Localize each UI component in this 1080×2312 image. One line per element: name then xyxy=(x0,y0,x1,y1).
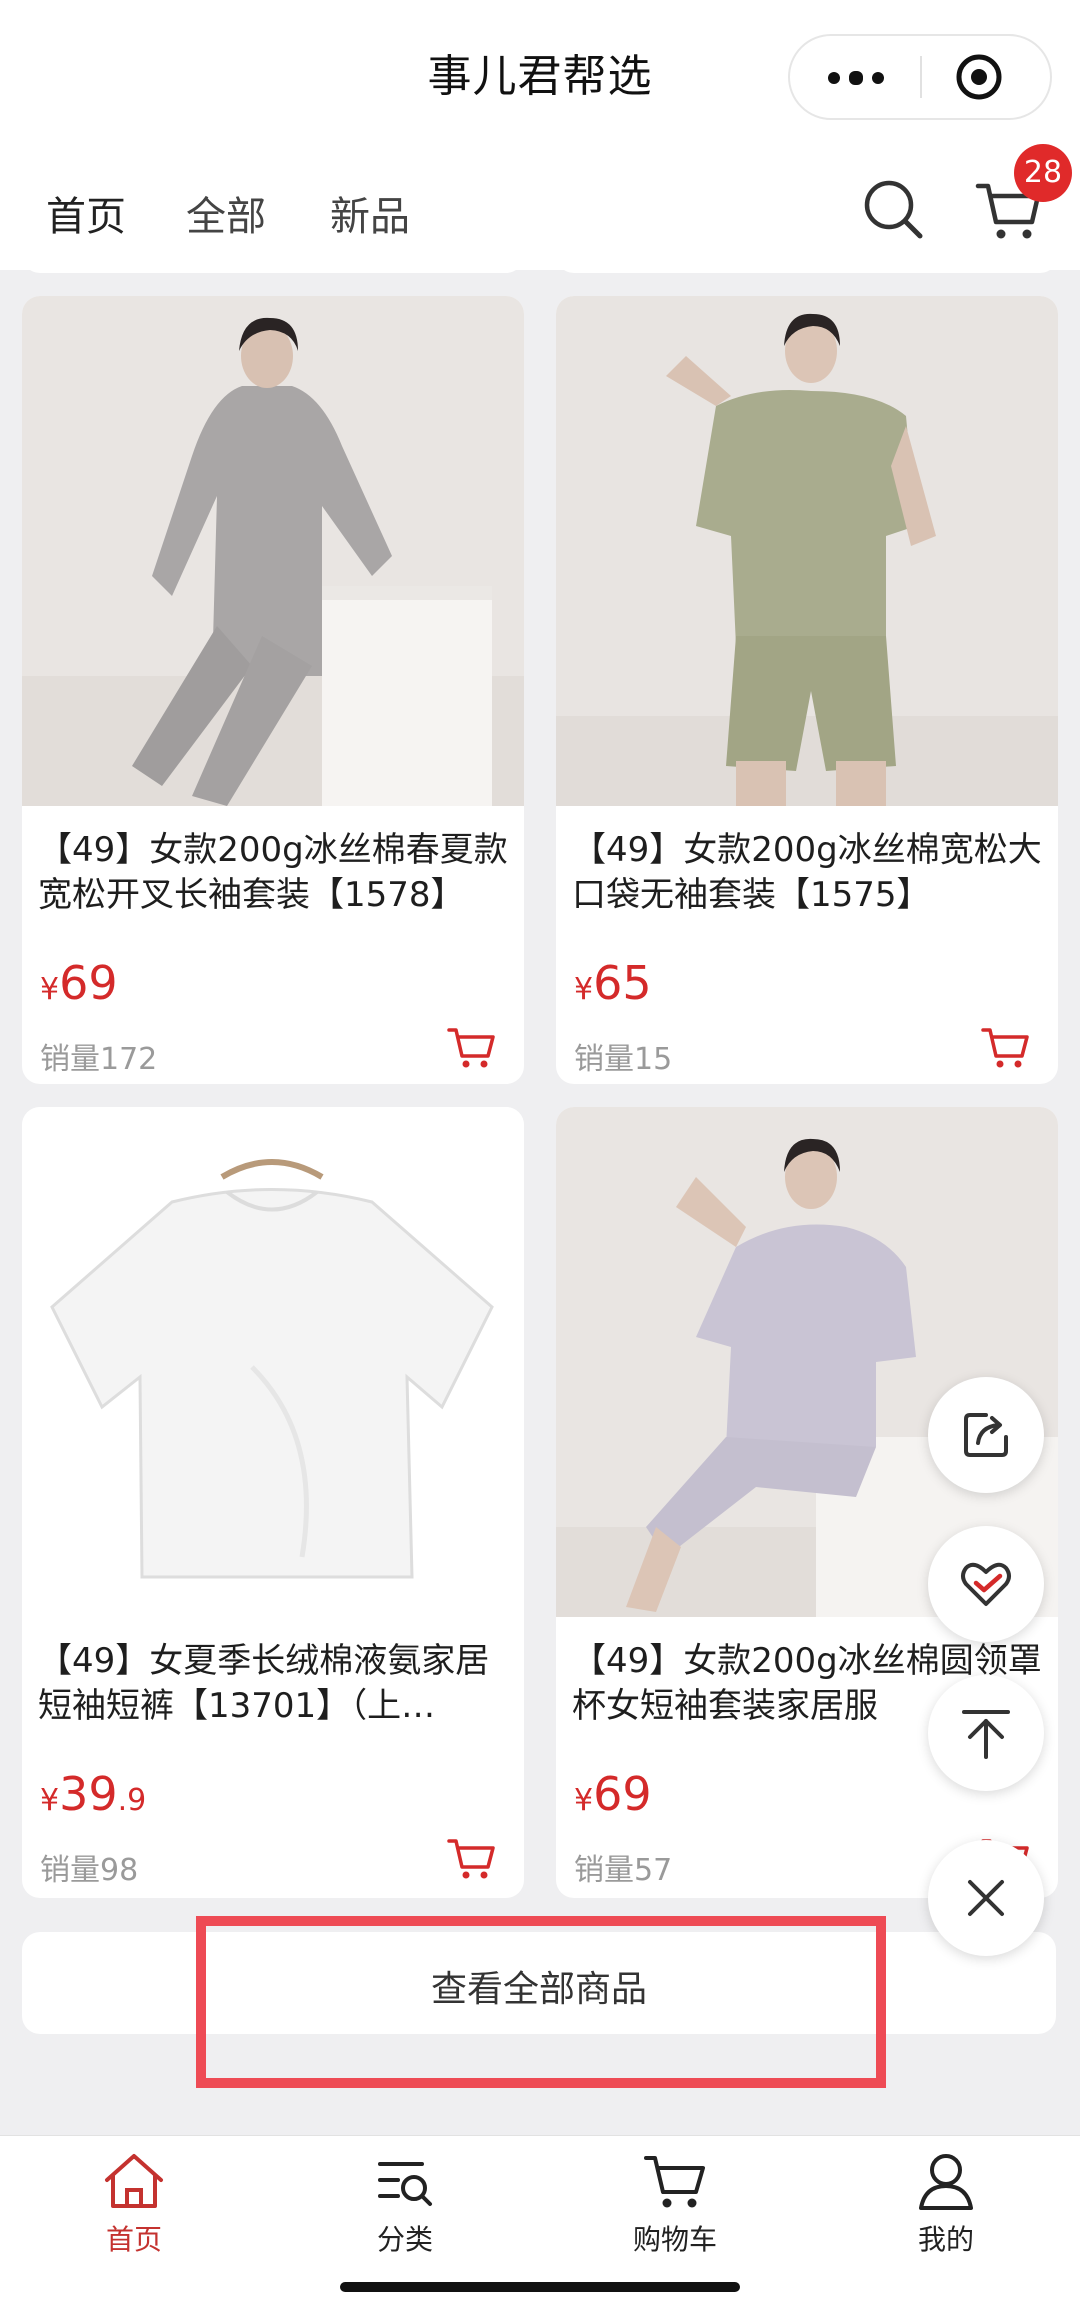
sales-count: 销量98 xyxy=(40,1853,139,1888)
product-price: ¥39.9 xyxy=(40,1767,147,1821)
mini-program-header: 事儿君帮选 xyxy=(0,0,1080,150)
capsule-menu xyxy=(788,34,1052,120)
share-button[interactable] xyxy=(928,1377,1044,1493)
cart-icon xyxy=(644,2156,705,2208)
product-price: ¥69 xyxy=(574,1767,652,1821)
top-nav-tabs: 首页 全部 新品 xyxy=(0,150,1080,270)
product-card[interactable]: 【49】女款200g冰丝棉春夏款宽松开叉长袖套装【1578】 ¥69 销量172 xyxy=(22,296,524,1084)
capsule-divider xyxy=(920,56,922,98)
target-icon[interactable] xyxy=(954,52,1004,102)
product-card[interactable]: 【49】女款200g冰丝棉宽松大口袋无袖套装【1575】 ¥65 销量15 xyxy=(556,296,1058,1084)
previous-card-edge xyxy=(556,255,1058,273)
highlight-annotation-box xyxy=(196,1916,886,2088)
search-icon[interactable] xyxy=(862,178,926,242)
home-icon xyxy=(105,2154,163,2208)
cart-count-badge: 28 xyxy=(1014,144,1072,202)
product-price: ¥65 xyxy=(574,956,652,1010)
add-to-cart-icon[interactable] xyxy=(446,1024,496,1070)
product-title[interactable]: 【49】女夏季长绒棉液氨家居短袖短裤【13701】（上… xyxy=(38,1639,508,1729)
sales-count: 销量15 xyxy=(574,1042,673,1077)
previous-card-edge xyxy=(22,255,524,273)
share-icon xyxy=(964,1413,1008,1457)
sales-count: 销量57 xyxy=(574,1853,673,1888)
sales-count: 销量172 xyxy=(40,1042,158,1077)
home-indicator xyxy=(340,2282,740,2292)
product-card[interactable]: 【49】女夏季长绒棉液氨家居短袖短裤【13701】（上… ¥39.9 销量98 xyxy=(22,1107,524,1898)
more-dots-icon[interactable] xyxy=(790,36,920,118)
category-search-icon xyxy=(378,2162,432,2206)
tab-new[interactable]: 新品 xyxy=(330,184,410,242)
product-image[interactable] xyxy=(556,296,1058,806)
tab-all[interactable]: 全部 xyxy=(186,184,266,242)
back-to-top-icon xyxy=(962,1710,1010,1759)
heart-check-icon xyxy=(961,1562,1011,1606)
tab-home[interactable]: 首页 xyxy=(46,184,126,242)
product-image[interactable] xyxy=(22,1107,524,1617)
product-price: ¥69 xyxy=(40,956,118,1010)
favorite-button[interactable] xyxy=(928,1526,1044,1642)
add-to-cart-icon[interactable] xyxy=(446,1835,496,1881)
profile-icon xyxy=(919,2154,973,2210)
product-title[interactable]: 【49】女款200g冰丝棉春夏款宽松开叉长袖套装【1578】 xyxy=(38,828,508,918)
bottom-tab-category[interactable]: 分类 xyxy=(325,2150,485,2258)
product-title[interactable]: 【49】女款200g冰丝棉宽松大口袋无袖套装【1575】 xyxy=(572,828,1042,918)
close-float-button[interactable] xyxy=(928,1840,1044,1956)
add-to-cart-icon[interactable] xyxy=(980,1024,1030,1070)
product-image[interactable] xyxy=(22,296,524,806)
bottom-tab-profile[interactable]: 我的 xyxy=(866,2150,1026,2258)
bottom-tab-home[interactable]: 首页 xyxy=(54,2150,214,2258)
bottom-tab-cart[interactable]: 购物车 xyxy=(595,2150,755,2258)
close-icon xyxy=(968,1880,1004,1916)
back-to-top-button[interactable] xyxy=(928,1675,1044,1791)
